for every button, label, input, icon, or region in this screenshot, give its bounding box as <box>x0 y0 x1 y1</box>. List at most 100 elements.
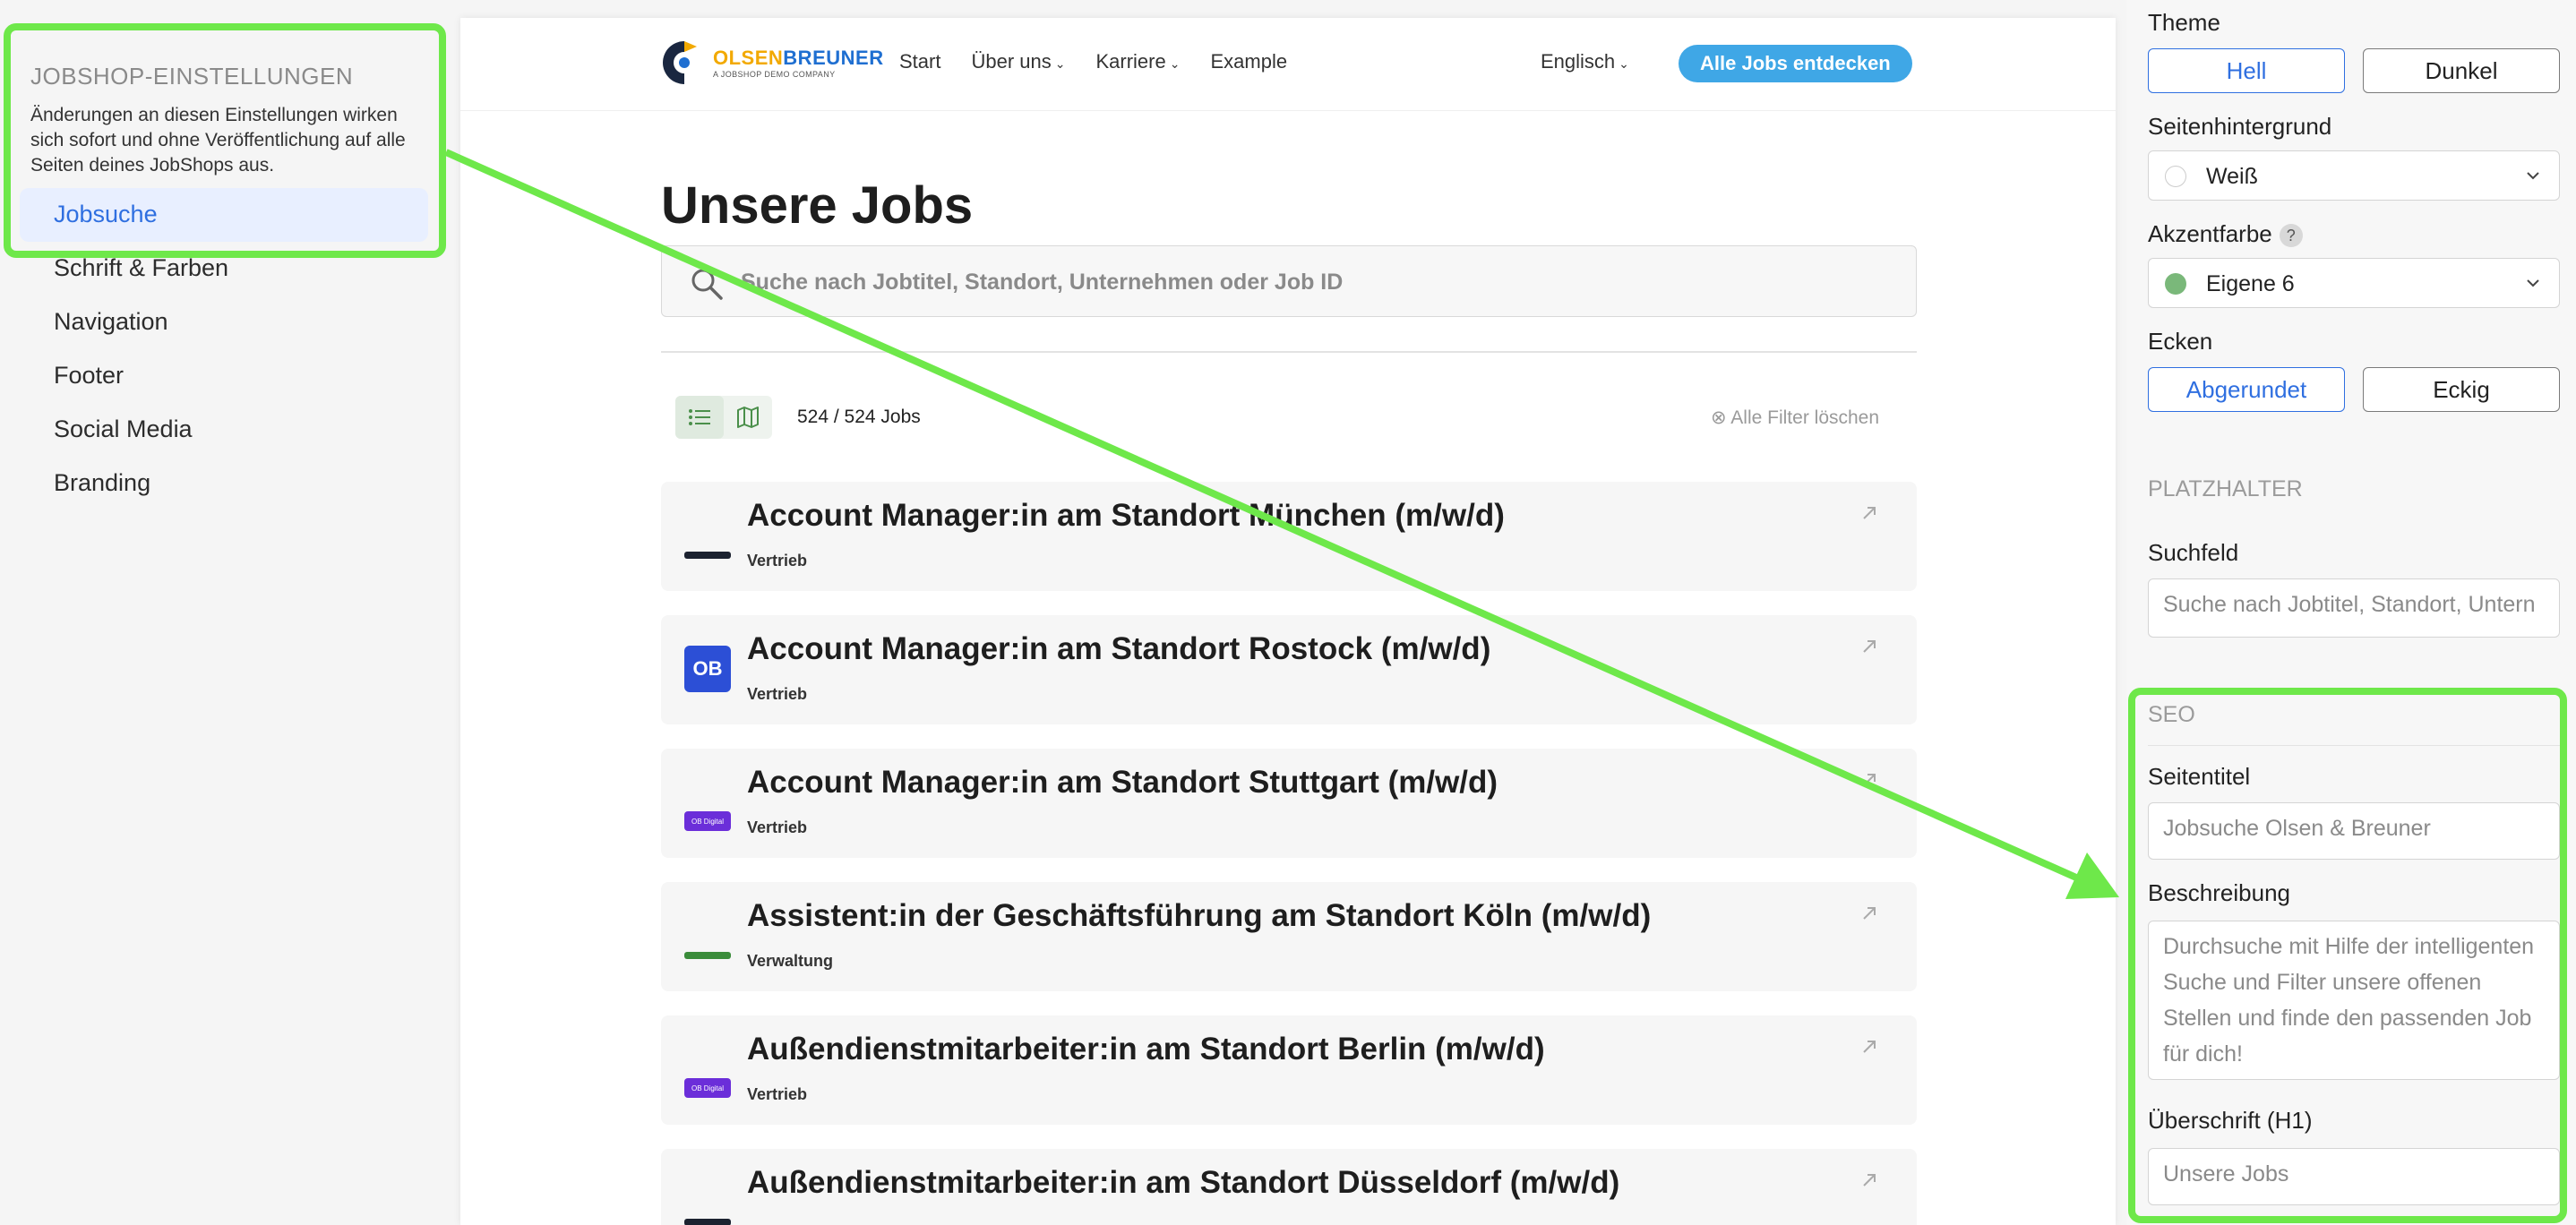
job-card[interactable]: OB Digital Account Manager:in am Standor… <box>661 749 1917 858</box>
site-nav: Start Über uns ⌄ Karriere ⌄ Example <box>899 50 1287 73</box>
background-label: Seitenhintergrund <box>2148 113 2332 140</box>
h1-input[interactable]: Unsere Jobs <box>2148 1148 2560 1205</box>
chevron-down-icon: ⌄ <box>1054 56 1066 71</box>
search-icon <box>691 269 723 300</box>
logo-subtitle: A JOBSHOP DEMO COMPANY <box>713 70 836 79</box>
background-select[interactable]: Weiß <box>2148 150 2560 201</box>
nav-karriere-label: Karriere <box>1095 50 1166 73</box>
job-list: Account Manager:in am Standort München (… <box>661 482 1917 1225</box>
job-count: 524 / 524 Jobs <box>797 407 921 427</box>
corners-label: Ecken <box>2148 328 2213 355</box>
chevron-down-icon: ⌄ <box>1169 56 1181 71</box>
theme-dark-button[interactable]: Dunkel <box>2363 48 2560 93</box>
job-title: Account Manager:in am Standort Rostock (… <box>747 631 1491 666</box>
nav-start[interactable]: Start <box>899 50 940 73</box>
job-company-logo: OB <box>684 646 731 692</box>
settings-sidebar: JOBSHOP-EINSTELLUNGEN Änderungen an dies… <box>0 0 444 1225</box>
job-department: Verwaltung <box>747 952 834 970</box>
external-link-icon <box>1863 1041 1876 1053</box>
company-logo[interactable]: OLSENBREUNER A JOBSHOP DEMO COMPANY <box>661 39 884 86</box>
external-link-icon <box>1863 507 1876 519</box>
list-view-button[interactable] <box>675 396 724 439</box>
job-title: Assistent:in der Geschäftsführung am Sta… <box>747 898 1652 933</box>
sidebar-item-schrift-farben[interactable]: Schrift & Farben <box>20 242 428 296</box>
corners-square-button[interactable]: Eckig <box>2363 367 2560 412</box>
job-card[interactable]: OB Digital Außendienstmitarbeiter:in am … <box>661 1015 1917 1125</box>
logo-mark-icon <box>663 41 697 84</box>
clear-filters-label: Alle Filter löschen <box>1730 407 1880 428</box>
divider <box>661 351 1917 353</box>
divider <box>2148 745 2560 746</box>
job-company-logo: OB Digital <box>684 811 731 831</box>
language-select[interactable]: Englisch ⌄ <box>1541 50 1629 73</box>
h1-label: Überschrift (H1) <box>2148 1107 2313 1134</box>
accent-label-text: Akzentfarbe <box>2148 220 2272 247</box>
white-swatch-icon <box>2165 166 2186 187</box>
nav-example[interactable]: Example <box>1210 50 1287 73</box>
map-icon <box>737 407 759 428</box>
description-textarea[interactable]: Durchsuche mit Hilfe der intelligenten S… <box>2148 921 2560 1080</box>
job-title: Außendienstmitarbeiter:in am Standort Dü… <box>747 1165 1620 1200</box>
sidebar-item-jobsuche[interactable]: Jobsuche <box>20 188 428 242</box>
job-title: Account Manager:in am Standort Stuttgart… <box>747 765 1498 800</box>
chevron-down-icon <box>2527 279 2539 287</box>
help-icon[interactable]: ? <box>2279 224 2303 248</box>
job-department: Vertrieb <box>747 1085 808 1103</box>
search-placeholder: Suche nach Jobtitel, Standort, Unternehm… <box>741 270 1344 295</box>
job-department: Vertrieb <box>747 818 808 836</box>
jobshop-preview: OLSENBREUNER A JOBSHOP DEMO COMPANY Star… <box>460 18 2116 1225</box>
job-title: Außendienstmitarbeiter:in am Standort Be… <box>747 1032 1545 1067</box>
list-icon <box>689 409 710 425</box>
job-card[interactable]: Außendienstmitarbeiter:in am Standort Dü… <box>661 1149 1917 1225</box>
logo-name-part1: OLSEN <box>713 47 784 69</box>
accent-select[interactable]: Eigene 6 <box>2148 258 2560 308</box>
seo-section-title: SEO <box>2148 702 2195 727</box>
job-title: Account Manager:in am Standort München (… <box>747 498 1505 533</box>
job-company-logo <box>684 952 731 959</box>
job-department: Vertrieb <box>747 685 808 703</box>
accent-label: Akzentfarbe? <box>2148 220 2303 248</box>
search-field-label: Suchfeld <box>2148 539 2239 566</box>
nav-ueber-uns-label: Über uns <box>971 50 1052 73</box>
description-label: Beschreibung <box>2148 879 2290 906</box>
chevron-down-icon <box>2527 172 2539 180</box>
external-link-icon <box>1863 1174 1876 1186</box>
job-department: Vertrieb <box>747 552 808 570</box>
accent-swatch-icon <box>2165 273 2186 295</box>
external-link-icon <box>1863 774 1876 786</box>
all-jobs-button[interactable]: Alle Jobs entdecken <box>1679 45 1912 82</box>
view-toggle <box>675 396 772 439</box>
job-card[interactable]: OB Account Manager:in am Standort Rostoc… <box>661 615 1917 724</box>
sidebar-item-footer[interactable]: Footer <box>20 349 428 403</box>
external-link-icon <box>1863 907 1876 920</box>
chevron-down-icon: ⌄ <box>1619 56 1629 71</box>
sidebar-item-social-media[interactable]: Social Media <box>20 403 428 457</box>
page-title-label: Seitentitel <box>2148 763 2251 790</box>
site-header: OLSENBREUNER A JOBSHOP DEMO COMPANY Star… <box>460 18 2116 111</box>
sidebar-item-navigation[interactable]: Navigation <box>20 296 428 349</box>
corners-rounded-button[interactable]: Abgerundet <box>2148 367 2345 412</box>
search-field-input[interactable]: Suche nach Jobtitel, Standort, Untern <box>2148 578 2560 638</box>
clear-filters-button[interactable]: ⊗ Alle Filter löschen <box>1711 407 1879 429</box>
sidebar-item-branding[interactable]: Branding <box>20 457 428 510</box>
external-link-icon <box>1863 640 1876 653</box>
nav-karriere[interactable]: Karriere ⌄ <box>1095 50 1180 73</box>
nav-ueber-uns[interactable]: Über uns ⌄ <box>971 50 1065 73</box>
sidebar-section-title: JOBSHOP-EINSTELLUNGEN <box>30 63 354 90</box>
job-company-logo <box>684 552 731 559</box>
job-company-logo: OB Digital <box>684 1078 731 1098</box>
job-card[interactable]: Assistent:in der Geschäftsführung am Sta… <box>661 882 1917 991</box>
page-title: Unsere Jobs <box>661 176 974 235</box>
map-view-button[interactable] <box>724 396 772 439</box>
job-company-logo <box>684 1219 731 1225</box>
settings-nav: Jobsuche Schrift & Farben Navigation Foo… <box>20 188 428 510</box>
sidebar-description: Änderungen an diesen Einstellungen wirke… <box>30 105 406 176</box>
theme-light-button[interactable]: Hell <box>2148 48 2345 93</box>
background-value: Weiß <box>2206 164 2258 189</box>
job-search-input[interactable]: Suche nach Jobtitel, Standort, Unternehm… <box>661 245 1917 317</box>
logo-name-part2: BREUNER <box>783 47 884 69</box>
job-card[interactable]: Account Manager:in am Standort München (… <box>661 482 1917 591</box>
settings-panel: Theme Hell Dunkel Seitenhintergrund Weiß… <box>2126 0 2576 1225</box>
page-title-input[interactable]: Jobsuche Olsen & Breuner <box>2148 802 2560 860</box>
placeholder-section-title: PLATZHALTER <box>2148 476 2303 501</box>
